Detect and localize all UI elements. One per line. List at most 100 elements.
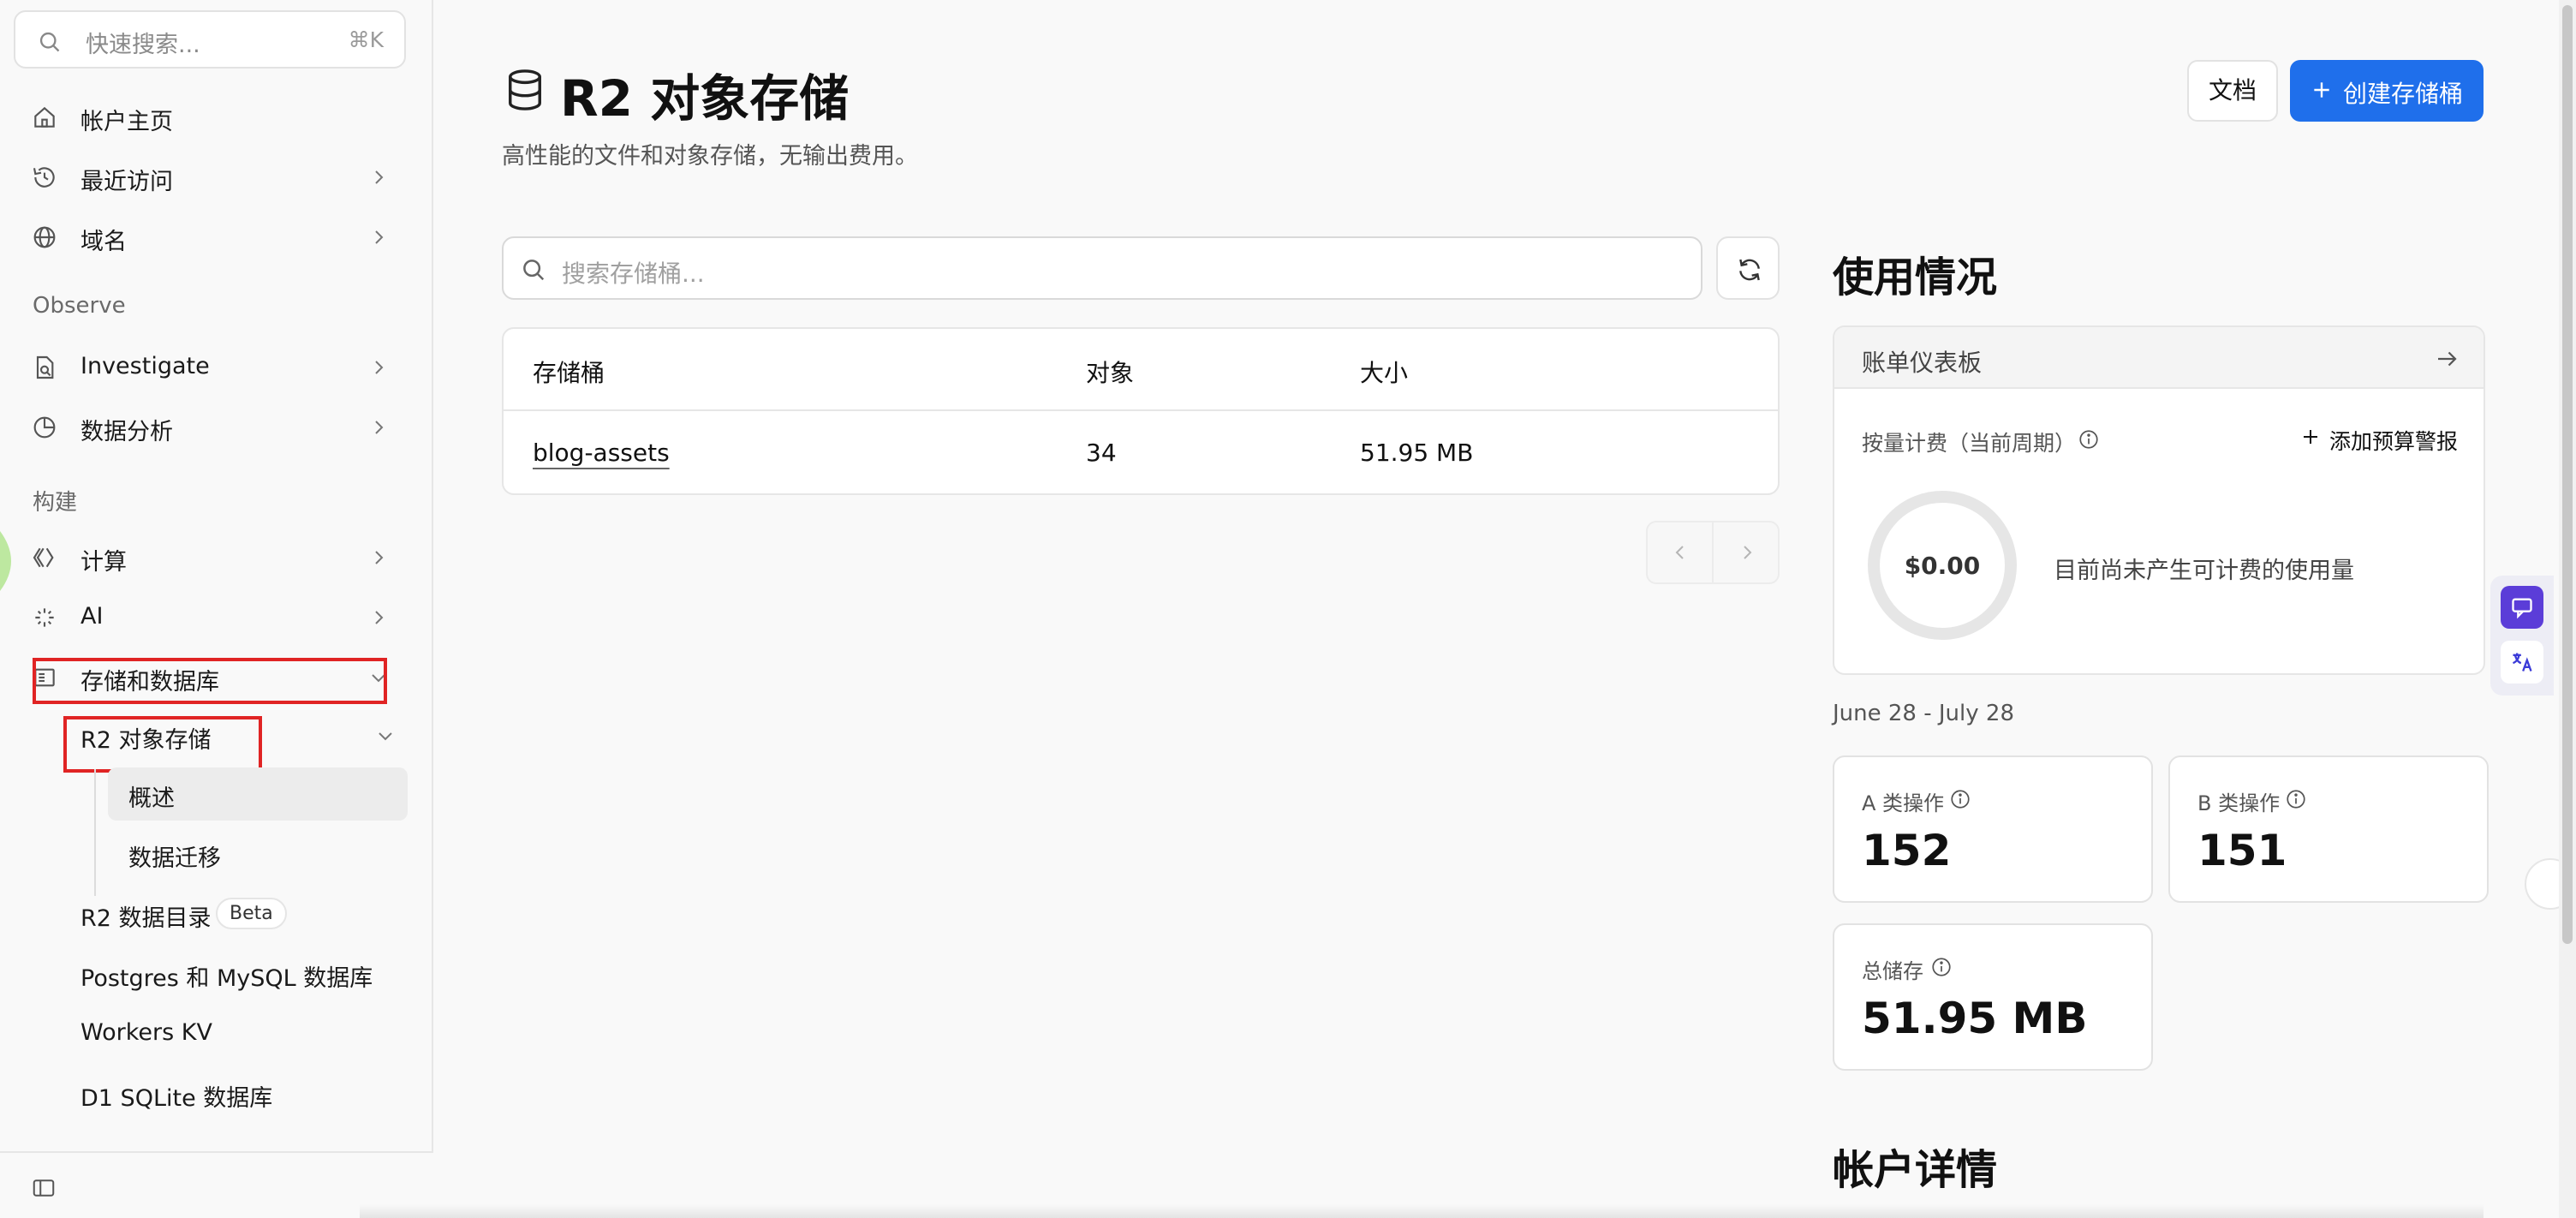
quick-search-input[interactable]: 快速搜索... ⌘K — [14, 10, 406, 69]
sidebar-item-label: Investigate — [80, 353, 210, 379]
add-budget-alert-label: 添加预算警报 — [2329, 429, 2458, 454]
sidebar-item-domains[interactable]: 域名 — [31, 211, 399, 264]
sidebar-item-label: Postgres 和 MySQL 数据库 — [80, 965, 373, 992]
class-b-card: B 类操作 151 — [2168, 755, 2489, 903]
section-observe: Observe — [33, 293, 126, 319]
table-header: 存储桶 对象 大小 — [504, 329, 1778, 411]
info-icon[interactable] — [1930, 956, 1953, 978]
create-bucket-button[interactable]: 创建存储桶 — [2290, 60, 2484, 122]
highlight-storage — [33, 658, 387, 704]
total-storage-card: 总储存 51.95 MB — [1833, 923, 2153, 1071]
sidebar-item-r2-catalog[interactable]: R2 数据目录 Beta — [80, 887, 406, 940]
class-a-card: A 类操作 152 — [1833, 755, 2153, 903]
sidebar-item-label: 域名 — [80, 229, 127, 255]
prev-page-button[interactable] — [1648, 522, 1714, 582]
sidebar-item-label: 最近访问 — [80, 169, 173, 195]
info-icon[interactable] — [1949, 788, 1971, 810]
total-storage-label: 总储存 — [1862, 959, 1923, 983]
assistant-button[interactable] — [2501, 586, 2543, 629]
docs-button[interactable]: 文档 — [2187, 60, 2278, 122]
class-b-value: 151 — [2197, 826, 2287, 875]
info-icon[interactable] — [2285, 788, 2307, 810]
section-build: 构建 — [33, 490, 78, 516]
sparkle-icon — [35, 608, 54, 627]
date-range: June 28 - July 28 — [1833, 701, 2014, 726]
database-icon — [509, 69, 541, 110]
create-bucket-label: 创建存储桶 — [2343, 80, 2464, 108]
beta-badge: Beta — [216, 898, 287, 929]
search-shortcut: ⌘K — [348, 27, 384, 52]
sidebar-item-migration[interactable]: 数据迁移 — [108, 827, 408, 881]
sidebar-item-label: 计算 — [80, 549, 127, 576]
compute-icon — [33, 547, 54, 568]
billing-dashboard-label: 账单仪表板 — [1862, 349, 1983, 377]
sidebar-item-home[interactable]: 帐户主页 — [31, 91, 399, 144]
history-icon — [33, 167, 55, 188]
sidebar-item-compute[interactable]: 计算 — [31, 531, 399, 584]
page-scrollbar[interactable] — [2559, 0, 2576, 1218]
column-header-objects[interactable]: 对象 — [1086, 355, 1134, 389]
chevron-right-icon — [375, 421, 384, 434]
account-details-title: 帐户详情 — [1833, 1146, 1998, 1194]
sidebar-item-label: Workers KV — [80, 1019, 212, 1046]
page-subtitle: 高性能的文件和对象存储，无输出费用。 — [502, 143, 918, 170]
translate-icon — [2513, 653, 2532, 672]
globe-icon — [33, 226, 56, 248]
plus-icon — [2303, 430, 2317, 444]
chevron-right-icon — [1744, 546, 1752, 559]
sidebar-toggle-icon[interactable] — [31, 1175, 57, 1201]
sidebar-item-label: D1 SQLite 数据库 — [80, 1085, 273, 1112]
table-row[interactable]: blog-assets 34 51.95 MB — [504, 411, 1778, 493]
chevron-right-icon — [375, 611, 384, 624]
search-icon — [39, 32, 60, 52]
column-header-size[interactable]: 大小 — [1360, 355, 1408, 389]
chevron-right-icon — [375, 170, 384, 184]
sidebar-item-label: R2 数据目录 — [80, 905, 212, 932]
sidebar: 快速搜索... ⌘K 帐户主页 最近访问 域名 Observe Investig… — [0, 0, 433, 1218]
sidebar-item-kv[interactable]: Workers KV — [80, 1007, 406, 1060]
chevron-right-icon — [375, 230, 384, 244]
sidebar-item-analytics[interactable]: 数据分析 — [31, 401, 399, 454]
quick-search-placeholder: 快速搜索... — [86, 32, 200, 58]
column-header-bucket[interactable]: 存储桶 — [533, 355, 605, 389]
sidebar-item-recent[interactable]: 最近访问 — [31, 151, 399, 204]
total-storage-value: 51.95 MB — [1862, 994, 2088, 1043]
translate-button[interactable] — [2501, 641, 2543, 684]
floating-toolbar — [2490, 576, 2554, 696]
edge-tab-icon[interactable] — [0, 531, 22, 591]
sidebar-item-postgres[interactable]: Postgres 和 MySQL 数据库 — [80, 947, 406, 1000]
class-b-label: B 类操作 — [2197, 791, 2281, 815]
no-usage-text: 目前尚未产生可计费的使用量 — [2054, 558, 2354, 584]
page-title: R2 对象存储 — [560, 69, 850, 128]
tree-line — [94, 769, 96, 896]
usage-amount: $0.00 — [1904, 552, 1981, 580]
metered-billing-label: 按量计费（当前周期） — [1862, 431, 2077, 456]
bucket-name-link[interactable]: blog-assets — [533, 439, 670, 467]
sidebar-item-label: 数据分析 — [80, 419, 173, 445]
chevron-left-icon — [1675, 546, 1684, 559]
chevron-right-icon — [375, 361, 384, 374]
billing-dashboard-link[interactable]: 账单仪表板 — [1834, 327, 2484, 389]
sidebar-item-d1[interactable]: D1 SQLite 数据库 — [80, 1067, 406, 1120]
sidebar-item-label: 概述 — [128, 785, 175, 812]
plus-icon — [2314, 82, 2329, 98]
add-budget-alert-button[interactable]: 添加预算警报 — [2303, 425, 2458, 456]
bottom-shadow — [360, 1204, 2484, 1218]
class-a-value: 152 — [1862, 826, 1952, 875]
file-search-icon — [36, 355, 54, 379]
highlight-r2 — [63, 716, 262, 773]
sidebar-item-investigate[interactable]: Investigate — [31, 341, 399, 394]
app-root: 快速搜索... ⌘K 帐户主页 最近访问 域名 Observe Investig… — [0, 0, 2576, 1218]
sidebar-item-label: 数据迁移 — [128, 845, 221, 872]
pie-chart-icon — [33, 416, 56, 439]
sidebar-item-overview[interactable]: 概述 — [108, 767, 408, 821]
sidebar-item-ai[interactable]: AI — [31, 591, 399, 644]
chevron-down-icon — [379, 732, 392, 741]
chevron-right-icon — [375, 551, 384, 564]
bucket-search-input[interactable]: 搜索存储桶... — [502, 236, 1702, 300]
info-icon[interactable] — [2078, 428, 2100, 451]
next-page-button[interactable] — [1714, 522, 1780, 582]
refresh-button[interactable] — [1716, 236, 1780, 300]
scrollbar-thumb[interactable] — [2562, 5, 2573, 944]
home-icon — [34, 106, 55, 128]
